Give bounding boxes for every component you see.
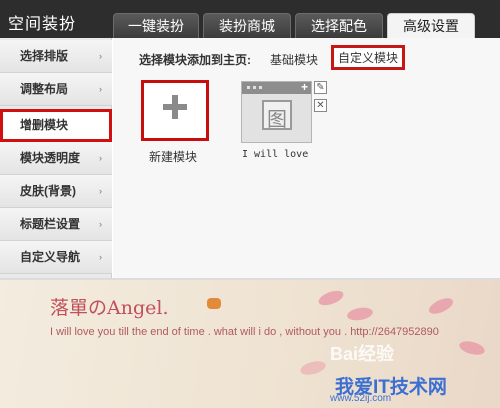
tab-color[interactable]: 选择配色: [295, 13, 383, 38]
edit-icon[interactable]: ✎: [314, 81, 327, 94]
custom-modules-link[interactable]: 自定义模块: [331, 45, 406, 70]
module-panel: 选择模块添加到主页: 基础模块 自定义模块 新建模块 + 图 ✎ ✕ I wil…: [113, 38, 500, 278]
chevron-right-icon: ›: [99, 153, 102, 163]
sidebar-item-opacity[interactable]: 模块透明度 ›: [0, 142, 112, 175]
chevron-right-icon: ›: [99, 51, 102, 61]
watermark-url: www.52ij.com: [330, 393, 392, 404]
tab-store[interactable]: 装扮商城: [203, 13, 291, 38]
banner-subtitle: I will love you till the end of time . w…: [50, 326, 439, 338]
tab-one-click[interactable]: 一键装扮: [113, 13, 199, 38]
sidebar-item-nav[interactable]: 自定义导航 ›: [0, 241, 112, 274]
top-bar: 空间装扮 一键装扮 装扮商城 选择配色 高级设置: [0, 0, 500, 38]
close-icon[interactable]: ✕: [314, 99, 327, 112]
heart-decoration: [298, 358, 328, 378]
sidebar-item-label: 选择排版: [20, 49, 69, 63]
module-template[interactable]: + 图: [241, 80, 312, 143]
app-title: 空间装扮: [8, 16, 77, 33]
pot-icon: [207, 298, 221, 309]
chevron-right-icon: ›: [99, 219, 102, 229]
sidebar-item-label: 增删模块: [20, 118, 69, 132]
image-icon: 图: [262, 100, 292, 131]
watermark-baidu: Bai经验: [330, 344, 395, 364]
template-header: +: [242, 80, 311, 94]
heart-decoration: [426, 295, 456, 317]
banner-title: 落單のAngel.: [50, 297, 169, 319]
sidebar-item-label: 调整布局: [20, 82, 69, 96]
sidebar-item-label: 皮肤(背景): [20, 184, 76, 198]
heart-decoration: [457, 338, 487, 358]
chevron-right-icon: ›: [99, 84, 102, 94]
sidebar-item-label: 标题栏设置: [20, 217, 81, 231]
sidebar-item-label: 模块透明度: [20, 151, 81, 165]
chevron-right-icon: ›: [99, 252, 102, 262]
tab-advanced[interactable]: 高级设置: [387, 13, 475, 38]
sidebar-item-skin[interactable]: 皮肤(背景) ›: [0, 175, 112, 208]
new-module-caption: 新建模块: [149, 150, 198, 164]
heart-decoration: [346, 305, 374, 323]
sidebar-item-label: 自定义导航: [20, 250, 81, 264]
sidebar: 选择排版 › 调整布局 › 增删模块 模块透明度 › 皮肤(背景) › 标题栏设…: [0, 38, 112, 278]
plus-icon: [163, 95, 187, 119]
sidebar-item-titlebar[interactable]: 标题栏设置 ›: [0, 208, 112, 241]
chevron-right-icon: ›: [99, 186, 102, 196]
template-caption: I will love: [242, 149, 309, 160]
sidebar-item-layout[interactable]: 选择排版 ›: [0, 40, 112, 73]
section-label: 选择模块添加到主页:: [139, 53, 251, 67]
new-module-button[interactable]: [141, 80, 209, 141]
profile-banner: 落單のAngel. I will love you till the end o…: [0, 280, 500, 408]
sidebar-item-modules[interactable]: 增删模块: [0, 109, 112, 142]
heart-decoration: [316, 287, 346, 309]
basic-modules-link[interactable]: 基础模块: [270, 51, 318, 68]
sidebar-item-adjust[interactable]: 调整布局 ›: [0, 73, 112, 106]
